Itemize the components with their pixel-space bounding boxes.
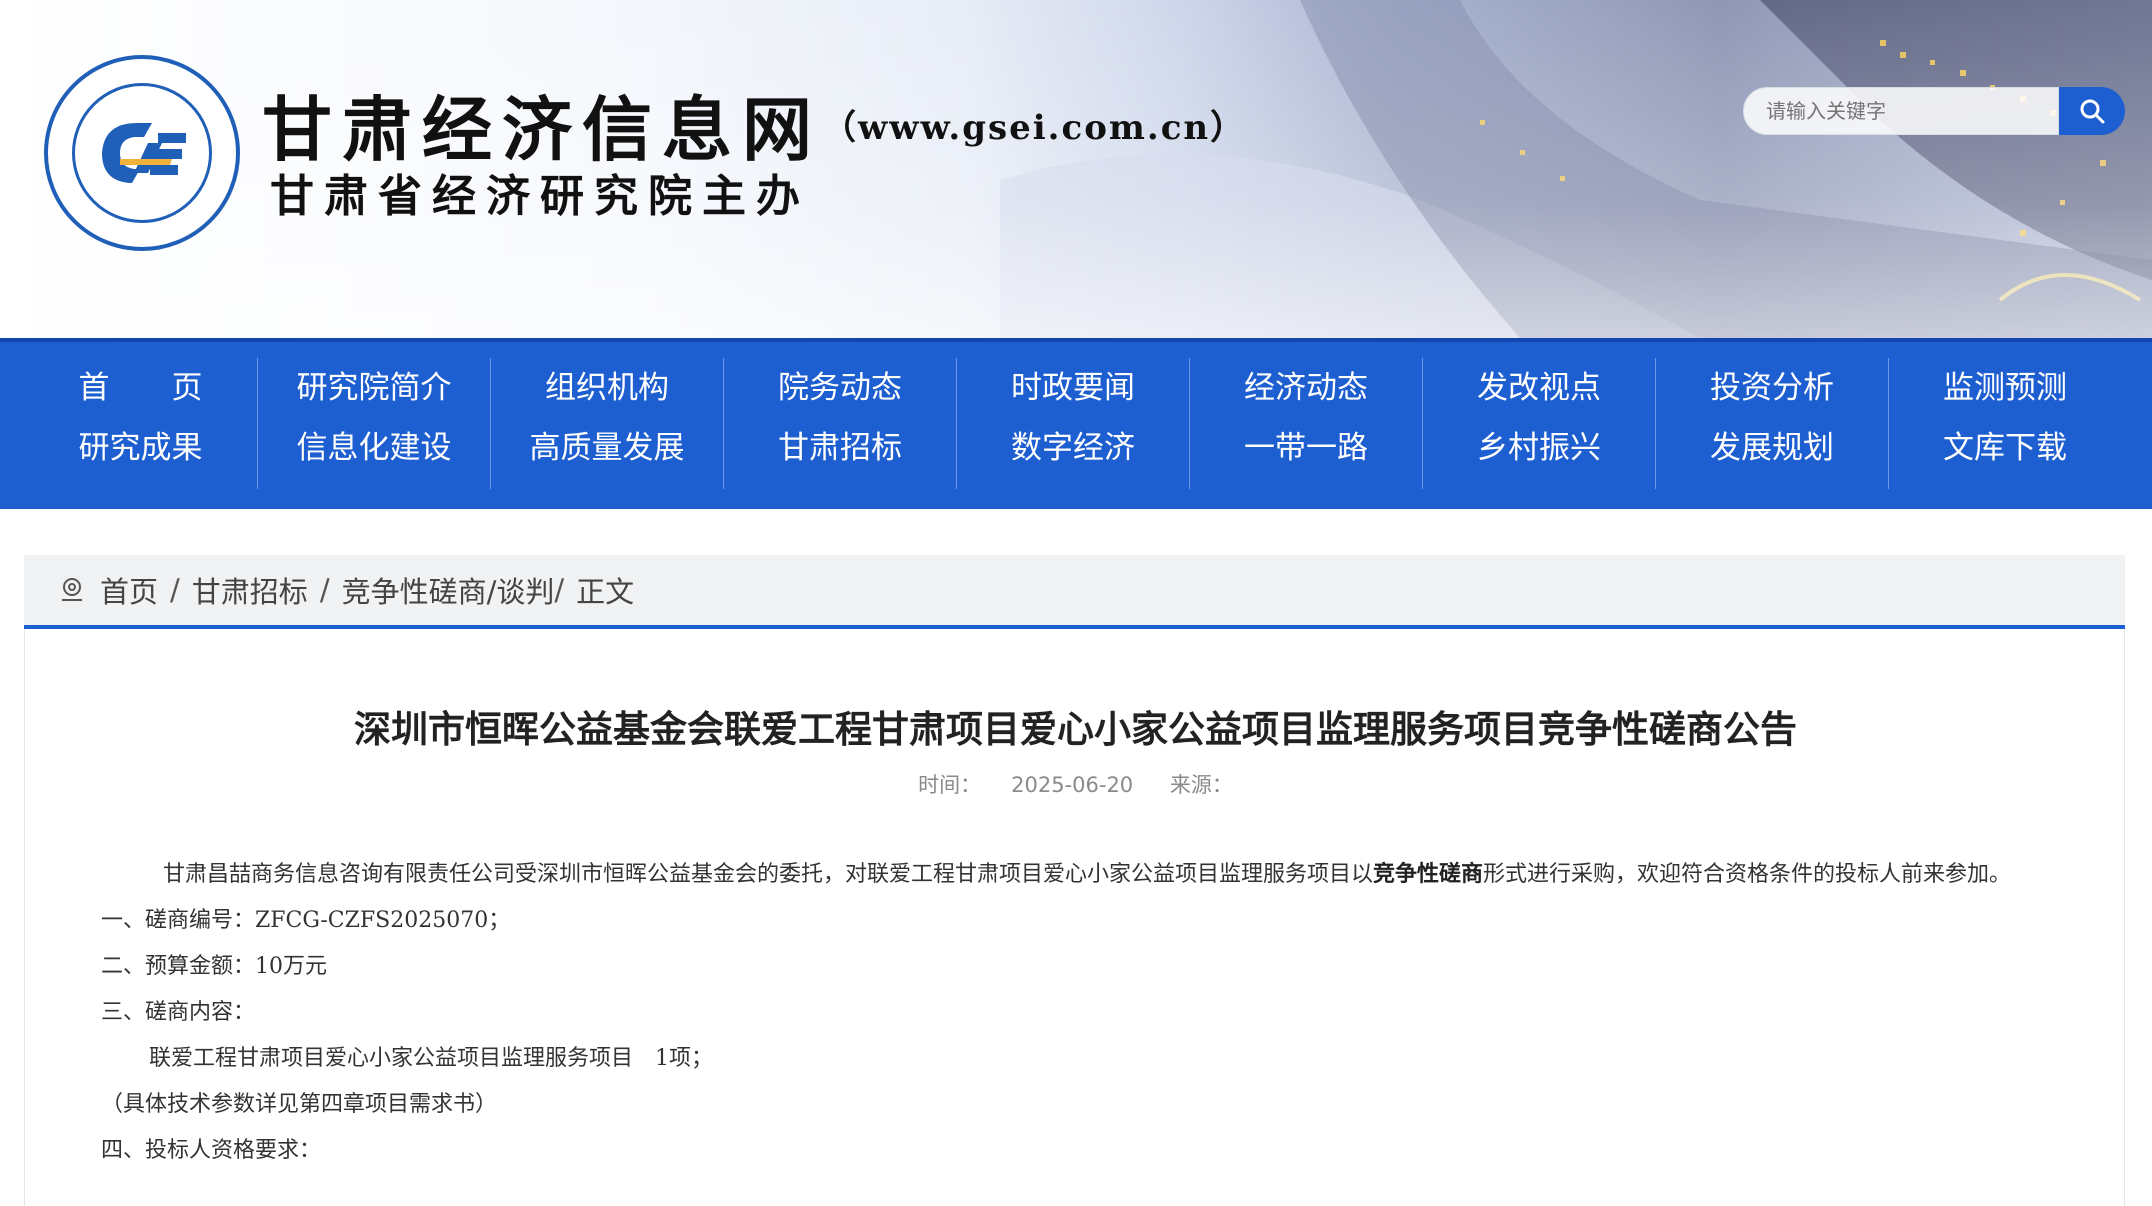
nav-item-development-planning[interactable]: 发展规划 xyxy=(1656,418,1888,478)
nav-column-3: 组织机构 高质量发展 xyxy=(490,358,723,489)
nav-item-home[interactable]: 首 页 xyxy=(24,358,257,418)
nav-column-7: 发改视点 乡村振兴 xyxy=(1422,358,1655,489)
main-nav: 首 页 研究成果 研究院简介 信息化建设 组织机构 高质量发展 院务动态 甘肃招… xyxy=(0,338,2152,509)
breadcrumb-gansu-bidding[interactable]: 甘肃招标 xyxy=(192,569,308,611)
nav-item-informatization[interactable]: 信息化建设 xyxy=(258,418,490,478)
article-source-label: 来源： xyxy=(1169,773,1233,797)
breadcrumb-home[interactable]: 首页 xyxy=(100,569,158,611)
breadcrumb-competitive-negotiation[interactable]: 竞争性磋商/谈判 xyxy=(342,569,555,611)
article-card: 深圳市恒晖公益基金会联爱工程甘肃项目爱心小家公益项目监理服务项目竞争性磋商公告 … xyxy=(24,629,2125,1206)
article-intro-part2: 形式进行采购，欢迎符合资格条件的投标人前来参加。 xyxy=(1483,862,2012,887)
nav-column-6: 经济动态 一带一路 xyxy=(1189,358,1422,489)
nav-item-investment-analysis[interactable]: 投资分析 xyxy=(1656,358,1888,418)
article-time-label: 时间： xyxy=(918,773,982,797)
nav-item-current-affairs[interactable]: 时政要闻 xyxy=(957,358,1189,418)
site-url: （www.gsei.com.cn） xyxy=(822,108,1247,148)
site-logo[interactable] xyxy=(44,55,240,251)
breadcrumb-separator: / xyxy=(554,573,565,607)
site-subtitle: 甘肃省经济研究院主办 xyxy=(270,171,810,222)
breadcrumb: 首页 / 甘肃招标 / 竞争性磋商/谈判 / 正文 xyxy=(24,555,2125,625)
nav-item-digital-economy[interactable]: 数字经济 xyxy=(957,418,1189,478)
article-meta: 时间： 2025-06-20 来源： xyxy=(25,769,2126,799)
nav-item-economic-news[interactable]: 经济动态 xyxy=(1190,358,1422,418)
nav-item-rural-revitalization[interactable]: 乡村振兴 xyxy=(1423,418,1655,478)
article-time-value: 2025-06-20 xyxy=(1011,773,1134,797)
breadcrumb-separator: / xyxy=(170,573,180,607)
search-icon xyxy=(2080,99,2105,124)
search-input[interactable] xyxy=(1743,87,2059,135)
breadcrumb-current: 正文 xyxy=(576,575,635,609)
article-intro-part1: 甘肃昌喆商务信息咨询有限责任公司受深圳市恒晖公益基金会的委托，对联爱工程甘肃项目… xyxy=(163,862,1374,887)
article-line-content-item: 联爱工程甘肃项目爱心小家公益项目监理服务项目 1项； xyxy=(149,1046,713,1071)
nav-item-library-download[interactable]: 文库下载 xyxy=(1889,418,2121,478)
nav-column-1: 首 页 研究成果 xyxy=(24,358,257,489)
article-line-number: 一、磋商编号：ZFCG-CZFS2025070； xyxy=(101,908,511,933)
nav-item-organization[interactable]: 组织机构 xyxy=(491,358,723,418)
article-intro-bold: 竞争性磋商 xyxy=(1373,861,1484,887)
nav-item-research-results[interactable]: 研究成果 xyxy=(24,418,257,478)
nav-column-9: 监测预测 文库下载 xyxy=(1888,358,2121,489)
nav-column-8: 投资分析 发展规划 xyxy=(1655,358,1888,489)
nav-column-4: 院务动态 甘肃招标 xyxy=(723,358,956,489)
nav-item-ndrc-viewpoint[interactable]: 发改视点 xyxy=(1423,358,1655,418)
article-line-qualification: 四、投标人资格要求： xyxy=(101,1138,322,1163)
logo-mark-icon xyxy=(102,123,186,183)
article-line-content-heading: 三、磋商内容： xyxy=(101,1000,256,1025)
nav-item-belt-and-road[interactable]: 一带一路 xyxy=(1190,418,1422,478)
article-line-budget: 二、预算金额：10万元 xyxy=(101,954,327,979)
nav-item-institute-news[interactable]: 院务动态 xyxy=(724,358,956,418)
nav-item-high-quality-development[interactable]: 高质量发展 xyxy=(491,418,723,478)
search-button[interactable] xyxy=(2059,87,2125,135)
article-time: 时间： 2025-06-20 xyxy=(918,773,1133,797)
nav-column-5: 时政要闻 数字经济 xyxy=(956,358,1189,489)
article-body: 甘肃昌喆商务信息咨询有限责任公司受深圳市恒晖公益基金会的委托，对联爱工程甘肃项目… xyxy=(101,851,2061,1174)
location-pin-icon xyxy=(62,578,82,601)
nav-item-gansu-bidding[interactable]: 甘肃招标 xyxy=(724,418,956,478)
breadcrumb-separator: / xyxy=(319,573,330,607)
nav-item-monitoring-forecast[interactable]: 监测预测 xyxy=(1889,358,2121,418)
breadcrumb-trail: 首页 / 甘肃招标 / 竞争性磋商/谈判 / 正文 xyxy=(58,555,634,625)
article-title: 深圳市恒晖公益基金会联爱工程甘肃项目爱心小家公益项目监理服务项目竞争性磋商公告 xyxy=(354,708,1797,751)
article-intro: 甘肃昌喆商务信息咨询有限责任公司受深圳市恒晖公益基金会的委托，对联爱工程甘肃项目… xyxy=(101,851,2061,898)
article-line-note: （具体技术参数详见第四章项目需求书） xyxy=(101,1092,498,1117)
nav-top-border xyxy=(0,338,2152,342)
nav-column-2: 研究院简介 信息化建设 xyxy=(257,358,490,489)
nav-item-institute-intro[interactable]: 研究院简介 xyxy=(258,358,490,418)
